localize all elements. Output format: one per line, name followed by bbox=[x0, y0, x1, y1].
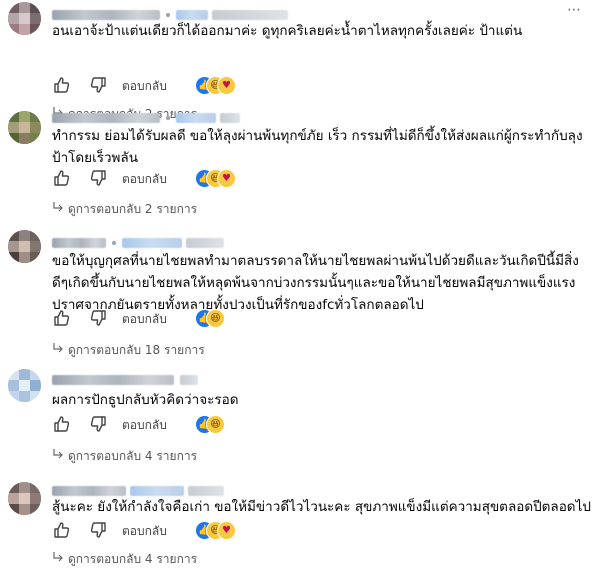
care-reaction-icon: ♥ bbox=[217, 169, 236, 188]
name-separator bbox=[166, 13, 170, 17]
more-options-icon[interactable]: ⋯ bbox=[567, 2, 582, 18]
name-separator bbox=[166, 116, 170, 120]
reaction-summary[interactable]: 👍 😆 bbox=[195, 309, 235, 328]
like-icon[interactable] bbox=[52, 308, 72, 328]
reply-button[interactable]: ตอบกลับ bbox=[122, 170, 167, 189]
like-icon[interactable] bbox=[52, 75, 72, 95]
dislike-icon[interactable] bbox=[88, 520, 108, 540]
care-reaction-icon: ♥ bbox=[217, 521, 236, 540]
care-reaction-icon: ♥ bbox=[217, 76, 236, 95]
comment-actions: ตอบกลับ 👍 😆 ♥ bbox=[52, 520, 252, 540]
haha-reaction-icon: 😆 bbox=[206, 415, 225, 434]
reply-arrow-icon bbox=[53, 449, 63, 459]
reply-arrow-icon bbox=[53, 552, 63, 562]
view-replies-link[interactable]: ดูการตอบกลับ 2 รายการ bbox=[52, 199, 252, 219]
comment-actions: ตอบกลับ 👍 😆 ♥ bbox=[52, 168, 252, 188]
avatar[interactable] bbox=[8, 230, 41, 263]
like-icon[interactable] bbox=[52, 168, 72, 188]
commenter-badge bbox=[176, 113, 216, 123]
reply-arrow-icon bbox=[53, 343, 63, 353]
dislike-icon[interactable] bbox=[88, 75, 108, 95]
view-replies-link[interactable]: ดูการตอบกลับ 4 รายการ bbox=[52, 446, 252, 466]
reaction-summary[interactable]: 👍 😆 bbox=[195, 415, 235, 434]
comment-timestamp bbox=[212, 10, 288, 20]
comment-timestamp bbox=[180, 375, 198, 385]
reply-button[interactable]: ตอบกลับ bbox=[122, 416, 167, 435]
reaction-summary[interactable]: 👍 😆 ♥ bbox=[195, 76, 245, 95]
commenter-name[interactable] bbox=[52, 486, 126, 496]
reaction-summary[interactable]: 👍 😆 ♥ bbox=[195, 169, 245, 188]
commenter-name[interactable] bbox=[52, 10, 160, 20]
comment-text: ขอให้บุญกุศลที่นายไชยพลทำมาตลบรรดาลให้นา… bbox=[52, 253, 579, 313]
comment-text: ทำกรรม ย่อมได้รับผลดี ขอให้ลุงผ่านพ้นทุก… bbox=[52, 128, 583, 166]
commenter-name[interactable] bbox=[52, 375, 174, 385]
dislike-icon[interactable] bbox=[88, 414, 108, 434]
comment-text: สู้นะคะ ยังให้กำลังใจคือเก่า ขอให้มีข่าว… bbox=[52, 499, 591, 515]
commenter-badge bbox=[176, 10, 208, 20]
commenter-name[interactable] bbox=[52, 113, 160, 123]
name-separator bbox=[112, 241, 116, 245]
reply-button[interactable]: ตอบกลับ bbox=[122, 310, 167, 329]
commenter-badge bbox=[130, 486, 184, 496]
comment-timestamp bbox=[186, 238, 224, 248]
view-replies-link[interactable]: ดูการตอบกลับ 4 รายการ bbox=[52, 549, 252, 569]
commenter-badge bbox=[122, 238, 182, 248]
reply-button[interactable]: ตอบกลับ bbox=[122, 77, 167, 96]
reply-button[interactable]: ตอบกลับ bbox=[122, 522, 167, 541]
comment-actions: ตอบกลับ 👍 😆 bbox=[52, 308, 252, 328]
avatar[interactable] bbox=[8, 482, 41, 515]
haha-reaction-icon: 😆 bbox=[206, 309, 225, 328]
like-icon[interactable] bbox=[52, 414, 72, 434]
comment-text: ผลการปักธูปกลับหัวคิดว่าจะรอด bbox=[52, 392, 239, 408]
avatar[interactable] bbox=[8, 369, 41, 402]
comment-actions: ตอบกลับ 👍 😆 ♥ bbox=[52, 75, 252, 95]
replies-label: ดูการตอบกลับ 4 รายการ bbox=[68, 449, 198, 463]
dislike-icon[interactable] bbox=[88, 308, 108, 328]
comment-timestamp bbox=[220, 113, 240, 123]
avatar[interactable] bbox=[8, 111, 41, 144]
comment-timestamp bbox=[188, 486, 224, 496]
replies-label: ดูการตอบกลับ 18 รายการ bbox=[68, 343, 205, 357]
replies-label: ดูการตอบกลับ 2 รายการ bbox=[68, 202, 198, 216]
reply-arrow-icon bbox=[53, 202, 63, 212]
commenter-name[interactable] bbox=[52, 238, 106, 248]
replies-label: ดูการตอบกลับ 4 รายการ bbox=[68, 552, 198, 566]
dislike-icon[interactable] bbox=[88, 168, 108, 188]
reaction-summary[interactable]: 👍 😆 ♥ bbox=[195, 521, 245, 540]
comment-actions: ตอบกลับ 👍 😆 bbox=[52, 414, 252, 434]
like-icon[interactable] bbox=[52, 520, 72, 540]
comment-text: อนเอาจ้ะป้าแต่นเดียวก็ได้ออกมาค่ะ ดูทุกค… bbox=[52, 23, 523, 39]
view-replies-link[interactable]: ดูการตอบกลับ 18 รายการ bbox=[52, 340, 272, 360]
avatar[interactable] bbox=[8, 2, 41, 35]
